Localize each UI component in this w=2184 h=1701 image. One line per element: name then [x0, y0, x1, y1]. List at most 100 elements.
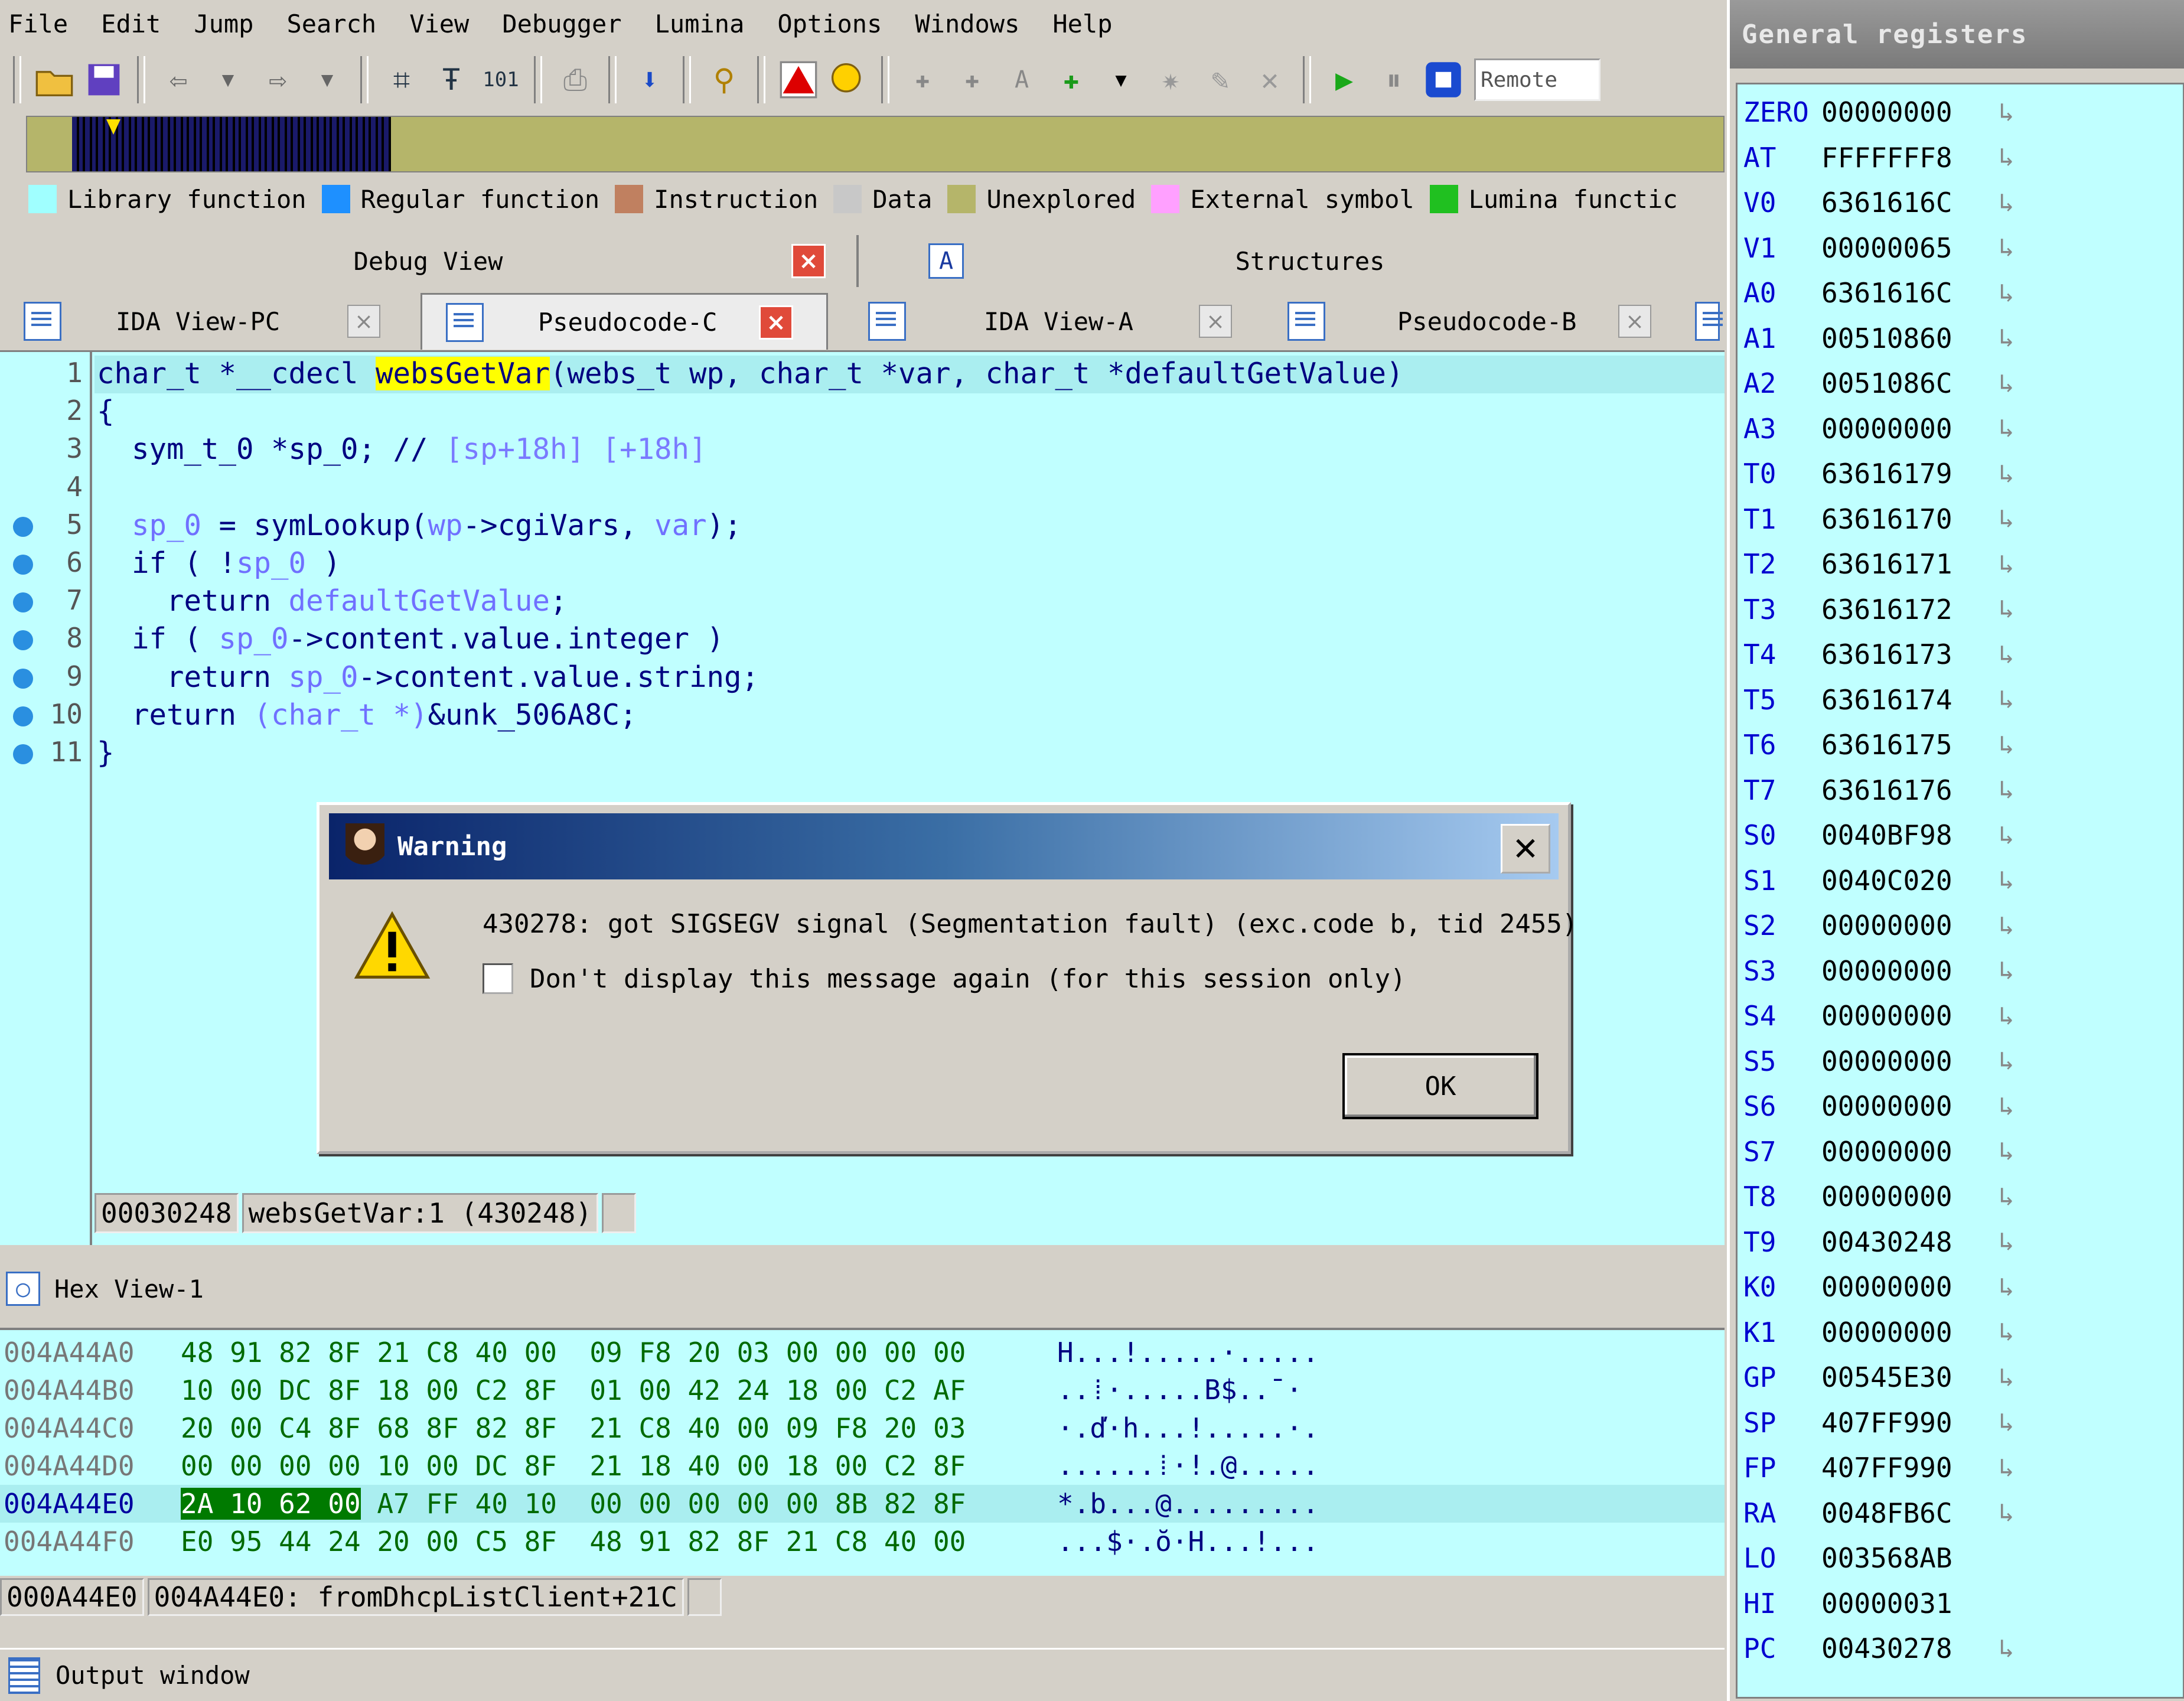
jump-arrow-icon[interactable]: ↳: [1999, 188, 2015, 218]
jump-arrow-icon[interactable]: ↳: [1999, 865, 2015, 895]
register-row[interactable]: PC 00430278 ↳: [1738, 1628, 2183, 1669]
menu-debugger[interactable]: Debugger: [502, 9, 621, 38]
register-value[interactable]: 0051086C: [1821, 367, 1999, 399]
register-row[interactable]: T5 63616174 ↳: [1738, 679, 2183, 721]
binoculars-hash-icon[interactable]: ⌗: [380, 58, 423, 102]
register-row[interactable]: S2 00000000 ↳: [1738, 905, 2183, 946]
hex-row[interactable]: 004A44C0 20 00 C4 8F 68 8F 82 8F 21 C8 40…: [0, 1409, 1725, 1447]
register-value[interactable]: 0040BF98: [1821, 819, 1999, 851]
register-value[interactable]: 003568AB: [1821, 1542, 1999, 1574]
undefine-icon[interactable]: ✷: [1149, 58, 1192, 102]
register-value[interactable]: 63616172: [1821, 594, 1999, 625]
jump-arrow-icon[interactable]: ↳: [1999, 369, 2015, 399]
register-row[interactable]: K0 00000000 ↳: [1738, 1266, 2183, 1308]
register-value[interactable]: FFFFFFF8: [1821, 142, 1999, 174]
code-line[interactable]: sym_t_0 *sp_0; // [sp+18h] [+18h]: [97, 432, 707, 466]
register-value[interactable]: 00000000: [1821, 96, 1999, 128]
jump-arrow-icon[interactable]: ↳: [1999, 640, 2015, 670]
register-value[interactable]: 63616173: [1821, 638, 1999, 670]
jump-arrow-icon[interactable]: ↳: [1999, 730, 2015, 760]
jump-arrow-icon[interactable]: ↳: [1999, 413, 2015, 444]
jump-down-arrow-icon[interactable]: ⬇: [628, 58, 672, 102]
breakpoint-dot-icon[interactable]: [13, 592, 33, 613]
jump-arrow-icon[interactable]: ↳: [1999, 956, 2015, 986]
register-value[interactable]: 00430278: [1821, 1632, 1999, 1664]
register-row[interactable]: T4 63616173 ↳: [1738, 634, 2183, 675]
close-button[interactable]: ✕: [1501, 824, 1550, 874]
register-value[interactable]: 00000000: [1821, 910, 1999, 941]
search-pointer-icon[interactable]: ⚲: [702, 58, 746, 102]
menu-view[interactable]: View: [409, 9, 469, 38]
register-row[interactable]: T8 00000000 ↳: [1738, 1176, 2183, 1217]
code-line[interactable]: return (char_t *)&unk_506A8C;: [97, 698, 637, 732]
register-row[interactable]: FP 407FF990 ↳: [1738, 1447, 2183, 1488]
register-value[interactable]: 63616176: [1821, 774, 1999, 806]
forward-arrow-icon[interactable]: ⇨: [256, 58, 299, 102]
back-arrow-icon[interactable]: ⇦: [157, 58, 200, 102]
register-row[interactable]: T9 00430248 ↳: [1738, 1221, 2183, 1263]
register-row[interactable]: T6 63616175 ↳: [1738, 724, 2183, 765]
register-value[interactable]: 63616175: [1821, 729, 1999, 761]
rename-icon[interactable]: ✎: [1198, 58, 1242, 102]
close-x-icon[interactable]: ✕: [1248, 58, 1292, 102]
register-row[interactable]: K1 00000000 ↳: [1738, 1312, 2183, 1353]
jump-arrow-icon[interactable]: ↳: [1999, 1182, 2015, 1212]
register-row[interactable]: S3 00000000 ↳: [1738, 950, 2183, 992]
register-value[interactable]: 00000000: [1821, 1181, 1999, 1213]
jump-arrow-icon[interactable]: ↳: [1999, 1453, 2015, 1483]
tab-pseudocode-b[interactable]: Pseudocode-B ×: [1264, 293, 1671, 350]
register-value[interactable]: 00430248: [1821, 1226, 1999, 1258]
breakpoint-dot-icon[interactable]: [13, 668, 33, 689]
register-value[interactable]: 0040C020: [1821, 865, 1999, 897]
register-row[interactable]: S7 00000000 ↳: [1738, 1131, 2183, 1172]
jump-arrow-icon[interactable]: ↳: [1999, 1407, 2015, 1438]
code-line[interactable]: char_t *__cdecl websGetVar(webs_t wp, ch…: [97, 357, 1404, 390]
jump-arrow-icon[interactable]: ↳: [1999, 278, 2015, 308]
jump-arrow-icon[interactable]: ↳: [1999, 504, 2015, 534]
tab-structures[interactable]: A Structures: [895, 235, 1725, 287]
code-line[interactable]: {: [97, 395, 115, 428]
create-code-icon[interactable]: ✚: [901, 58, 944, 102]
ok-button[interactable]: OK: [1342, 1053, 1538, 1119]
register-value[interactable]: 407FF990: [1821, 1452, 1999, 1484]
stop-icon[interactable]: [1422, 58, 1465, 102]
jump-arrow-icon[interactable]: ↳: [1999, 459, 2015, 489]
hex-row[interactable]: 004A44E0 2A 10 62 00 A7 FF 40 10 00 00 00…: [0, 1485, 1725, 1523]
jump-arrow-icon[interactable]: ↳: [1999, 1363, 2015, 1393]
register-row[interactable]: V0 6361616C ↳: [1738, 182, 2183, 223]
hex-row[interactable]: 004A44F0 E0 95 44 24 20 00 C5 8F 48 91 82…: [0, 1523, 1725, 1560]
jump-arrow-icon[interactable]: ↳: [1999, 1272, 2015, 1302]
jump-arrow-icon[interactable]: ↳: [1999, 97, 2015, 128]
tab-overflow[interactable]: [1689, 293, 1725, 350]
hex-view[interactable]: 004A44A0 48 91 82 8F 21 C8 40 00 09 F8 20…: [0, 1328, 1725, 1616]
menu-jump[interactable]: Jump: [194, 9, 253, 38]
jump-arrow-icon[interactable]: ↳: [1999, 1046, 2015, 1076]
jump-arrow-icon[interactable]: ↳: [1999, 1227, 2015, 1257]
navigation-band[interactable]: [26, 116, 1725, 172]
graph-overview-icon[interactable]: [826, 58, 870, 102]
close-icon[interactable]: ×: [759, 305, 793, 340]
code-line[interactable]: return defaultGetValue;: [97, 584, 568, 618]
close-icon[interactable]: ×: [791, 244, 826, 278]
menu-help[interactable]: Help: [1052, 9, 1112, 38]
register-row[interactable]: GP 00545E30 ↳: [1738, 1357, 2183, 1398]
register-row[interactable]: V1 00000065 ↳: [1738, 227, 2183, 269]
create-string-icon[interactable]: A: [1000, 58, 1044, 102]
registers-list[interactable]: ZERO 00000000 ↳ AT FFFFFFF8 ↳ V0 6361616C ↳ V1 000…: [1736, 83, 2184, 1699]
register-row[interactable]: S1 0040C020 ↳: [1738, 860, 2183, 901]
register-value[interactable]: 0048FB6C: [1821, 1497, 1999, 1529]
code-line[interactable]: if ( !sp_0 ): [97, 546, 341, 580]
register-value[interactable]: 6361616C: [1821, 187, 1999, 219]
register-value[interactable]: 00000000: [1821, 1136, 1999, 1168]
register-value[interactable]: 63616174: [1821, 684, 1999, 716]
tab-debug-view[interactable]: Debug View ×: [0, 235, 859, 287]
chevron-down-icon[interactable]: ▼: [206, 58, 250, 102]
breakpoint-dot-icon[interactable]: [13, 630, 33, 651]
checkbox-box[interactable]: [483, 963, 513, 994]
tab-pseudocode-c[interactable]: Pseudocode-C ×: [420, 293, 828, 350]
register-value[interactable]: 63616179: [1821, 458, 1999, 490]
jump-arrow-icon[interactable]: ↳: [1999, 685, 2015, 715]
register-value[interactable]: 63616171: [1821, 548, 1999, 580]
register-row[interactable]: AT FFFFFFF8 ↳: [1738, 137, 2183, 178]
binoculars-text-icon[interactable]: Ŧ: [429, 58, 473, 102]
